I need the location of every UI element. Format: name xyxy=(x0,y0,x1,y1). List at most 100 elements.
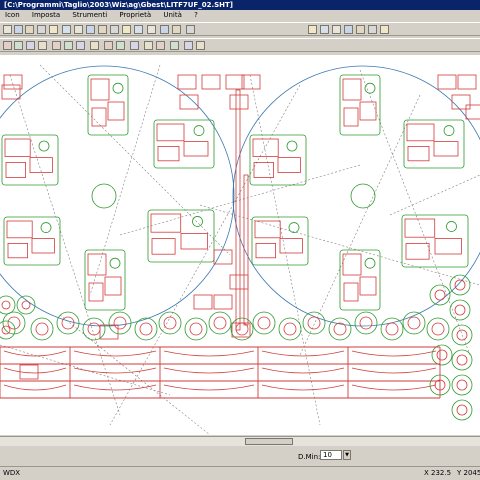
pan-icon[interactable] xyxy=(356,25,365,34)
horizontal-scrollbar[interactable] xyxy=(0,436,480,446)
part xyxy=(104,276,122,296)
mirror-icon[interactable] xyxy=(134,25,143,34)
status-y-coordinate: Y 2045 xyxy=(457,469,480,477)
layer-icon[interactable] xyxy=(186,25,195,34)
menu-item-imposta[interactable]: Imposta xyxy=(27,11,65,19)
scrollbar-thumb[interactable] xyxy=(245,438,293,445)
draw-rect-icon[interactable] xyxy=(38,41,47,50)
strip-part xyxy=(163,350,255,357)
new-icon[interactable] xyxy=(3,25,12,34)
min-distance-field[interactable]: 10 xyxy=(320,450,342,460)
hole xyxy=(286,140,298,152)
menu-item-proprieta[interactable]: Proprietà xyxy=(114,11,156,19)
bridge-icon[interactable] xyxy=(156,41,165,50)
ring-hole xyxy=(283,322,297,336)
grid-icon[interactable] xyxy=(172,25,181,34)
part xyxy=(6,220,33,239)
nest-icon[interactable] xyxy=(104,41,113,50)
export-icon[interactable] xyxy=(184,41,193,50)
ring-hole xyxy=(436,349,448,361)
trim-icon[interactable] xyxy=(64,41,73,50)
text-icon[interactable] xyxy=(147,25,156,34)
sheet-circle xyxy=(232,65,480,327)
menu-item-help[interactable]: ? xyxy=(189,11,203,19)
ring-hole xyxy=(431,322,445,336)
center-hole xyxy=(350,183,376,209)
menu-item-icon[interactable]: Icon xyxy=(0,11,25,19)
save-icon[interactable] xyxy=(25,25,34,34)
ring-part xyxy=(184,317,208,341)
part xyxy=(31,238,55,254)
select-icon[interactable] xyxy=(98,25,107,34)
open-icon[interactable] xyxy=(14,25,23,34)
part xyxy=(254,220,281,239)
part xyxy=(433,141,459,157)
cut-icon[interactable] xyxy=(49,25,58,34)
print-icon[interactable] xyxy=(37,25,46,34)
hole xyxy=(446,221,457,232)
nesting-drawing[interactable] xyxy=(0,55,480,435)
part xyxy=(157,146,180,162)
zoom-all-icon[interactable] xyxy=(344,25,353,34)
part xyxy=(407,146,430,162)
ring-part xyxy=(451,399,473,421)
cut-order-icon[interactable] xyxy=(130,41,139,50)
draw-arc-icon[interactable] xyxy=(14,41,23,50)
status-bar: WDX X 232.5 Y 2045 xyxy=(0,466,480,480)
move-icon[interactable] xyxy=(110,25,119,34)
drawing-canvas[interactable] xyxy=(0,55,480,435)
delete-icon[interactable] xyxy=(196,41,205,50)
help-icon[interactable] xyxy=(380,25,389,34)
refresh-icon[interactable] xyxy=(368,25,377,34)
part xyxy=(229,94,249,110)
zoom-in-icon[interactable] xyxy=(308,25,317,34)
ring-part xyxy=(354,311,378,335)
hole xyxy=(288,222,300,233)
ring-hole xyxy=(385,322,399,336)
measure-icon[interactable] xyxy=(160,25,169,34)
part xyxy=(4,138,31,157)
menu-item-strumenti[interactable]: Strumenti xyxy=(67,11,112,19)
strip-part xyxy=(73,367,157,374)
part xyxy=(179,94,199,110)
ring-part xyxy=(278,317,302,341)
zoom-window-icon[interactable] xyxy=(332,25,341,34)
hole xyxy=(40,222,52,233)
ring-part xyxy=(30,317,54,341)
ring-part xyxy=(426,317,450,341)
ring-part xyxy=(380,317,404,341)
part xyxy=(1,84,21,100)
ring-part xyxy=(451,324,473,346)
simulate-icon[interactable] xyxy=(170,41,179,50)
rapid-path xyxy=(389,174,480,216)
offset-icon[interactable] xyxy=(90,41,99,50)
rotate-icon[interactable] xyxy=(122,25,131,34)
ring-hole xyxy=(456,404,468,416)
part xyxy=(406,123,435,142)
lead-in-icon[interactable] xyxy=(144,41,153,50)
extend-icon[interactable] xyxy=(76,41,85,50)
copy-icon[interactable] xyxy=(62,25,71,34)
path-icon[interactable] xyxy=(116,41,125,50)
zoom-out-icon[interactable] xyxy=(320,25,329,34)
hole xyxy=(364,257,376,269)
undo-icon[interactable] xyxy=(86,25,95,34)
hole xyxy=(364,82,376,94)
node-icon[interactable] xyxy=(52,41,61,50)
ring-hole xyxy=(456,329,468,341)
menu-item-unita[interactable]: Unità xyxy=(158,11,187,19)
ring-hole xyxy=(7,316,21,330)
ring-part xyxy=(451,349,473,371)
ring-part xyxy=(302,311,326,335)
options-bar: D.Min: 10 ▼ xyxy=(0,447,480,465)
paste-icon[interactable] xyxy=(74,25,83,34)
part xyxy=(183,141,209,157)
ring-hole xyxy=(454,304,466,316)
min-distance-dropdown-icon[interactable]: ▼ xyxy=(343,450,351,460)
ring-hole xyxy=(61,316,75,330)
draw-circle-icon[interactable] xyxy=(26,41,35,50)
part xyxy=(7,242,29,259)
part xyxy=(3,74,23,90)
draw-line-icon[interactable] xyxy=(3,41,12,50)
ring-part xyxy=(82,317,106,341)
